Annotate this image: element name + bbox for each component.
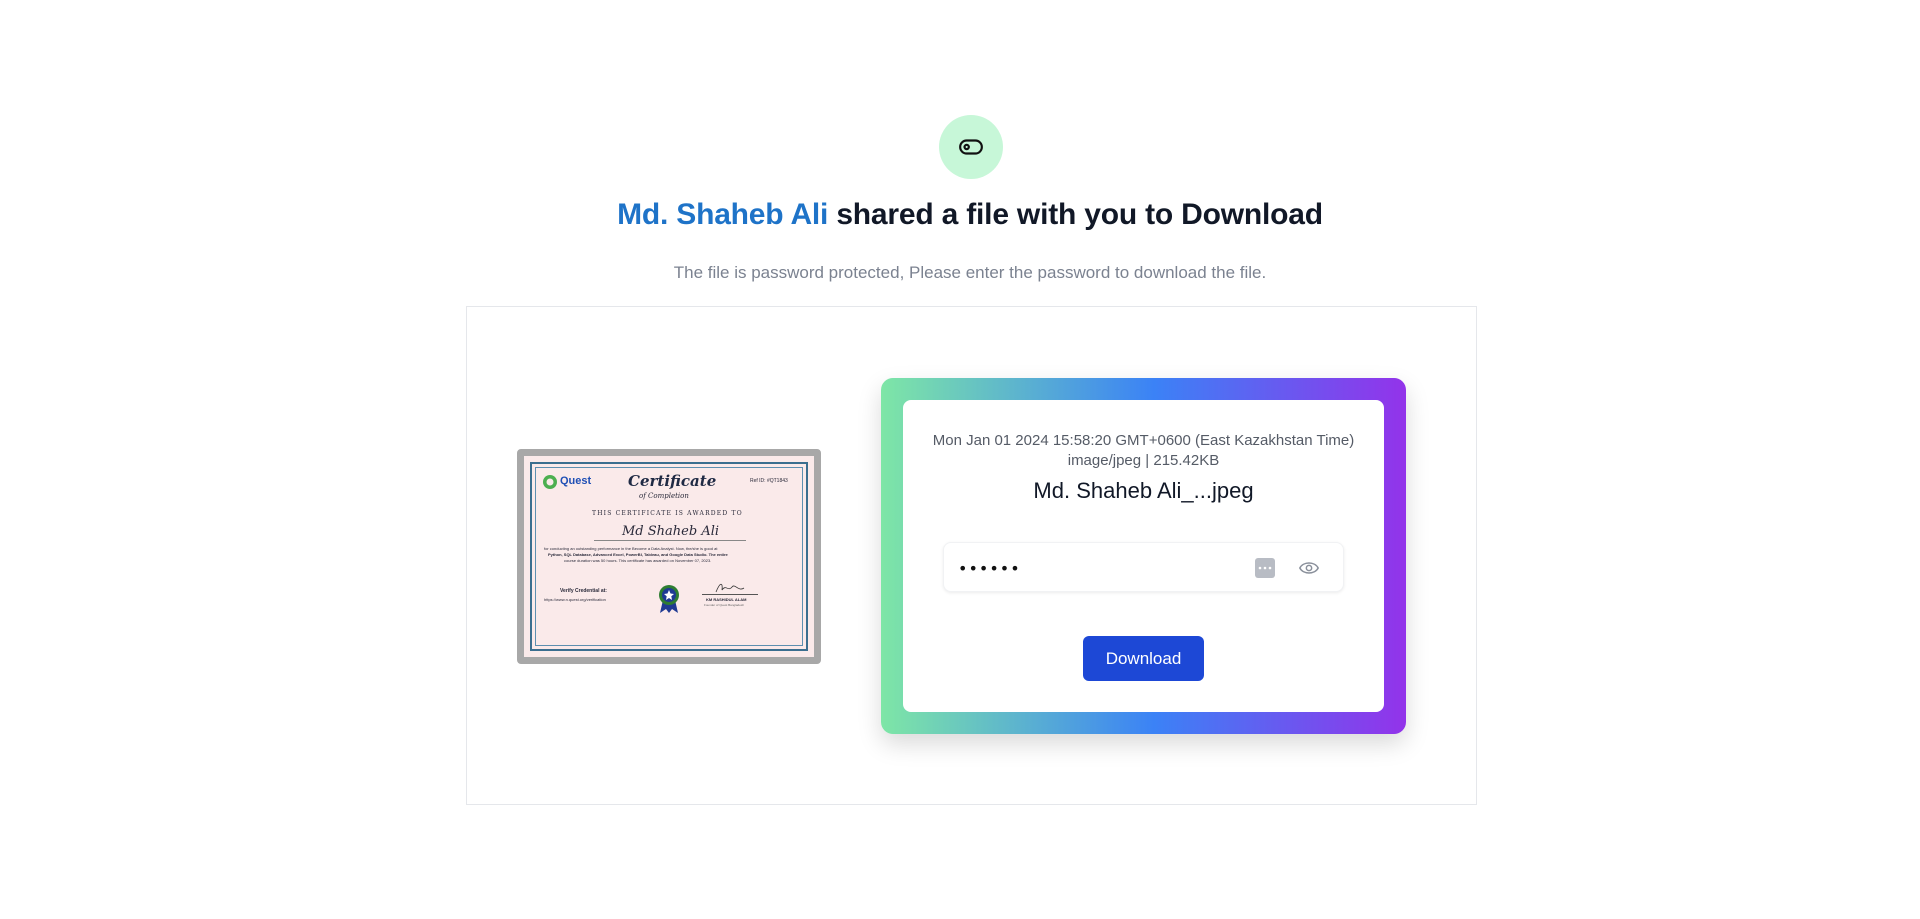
certificate-title: Certificate: [628, 472, 717, 490]
certificate-signer-title: Founder of Quest Bangladesh: [704, 603, 745, 607]
password-field: [943, 542, 1344, 592]
headline-text: shared a file with you to Download: [828, 198, 1323, 231]
download-button[interactable]: Download: [1083, 636, 1204, 681]
award-badge-icon: [659, 585, 679, 613]
signature-line: [702, 594, 758, 595]
recipient-underline: [594, 540, 746, 541]
page-title: Md. Shaheb Ali shared a file with you to…: [0, 198, 1920, 232]
certificate-logo: Quest: [560, 475, 592, 487]
certificate-verify-label: Verify Credential at:: [560, 588, 607, 594]
file-card: Mon Jan 01 2024 15:58:20 GMT+0600 (East …: [903, 400, 1384, 712]
certificate-subtitle: of Completion: [639, 492, 689, 500]
certificate-signer: KM RASHIDUL ALAM: [706, 597, 747, 602]
certificate-body-line-1: for conducting an outstanding performanc…: [544, 546, 718, 551]
sender-name: Md. Shaheb Ali: [617, 198, 829, 231]
file-toggle-icon-badge: [939, 115, 1003, 179]
page-subtitle: The file is password protected, Please e…: [673, 263, 1267, 282]
file-date: Mon Jan 01 2024 15:58:20 GMT+0600 (East …: [932, 432, 1355, 449]
eye-icon[interactable]: [1299, 559, 1319, 577]
certificate-recipient: Md Shaheb Ali: [622, 524, 720, 539]
certificate-ref: Ref ID: #QT1843: [750, 478, 788, 484]
file-card-frame: Mon Jan 01 2024 15:58:20 GMT+0600 (East …: [881, 378, 1406, 734]
certificate-verify-url: https://www.n.quest.org/verification: [544, 597, 606, 602]
file-preview-thumbnail: Quest Certificate of Completion Ref ID: …: [517, 449, 821, 664]
toggle-icon: [959, 139, 983, 155]
password-manager-icon[interactable]: [1255, 558, 1275, 578]
file-type-size: image/jpeg | 215.42KB: [1067, 452, 1220, 469]
certificate-body-line-3: course duration was 50 hours. This certi…: [564, 558, 712, 563]
certificate-awarded-line: THIS CERTIFICATE IS AWARDED TO: [592, 510, 743, 517]
file-name: Md. Shaheb Ali_...jpeg: [1033, 478, 1254, 503]
quest-logo-icon: [543, 475, 557, 489]
password-input[interactable]: [956, 551, 1240, 585]
certificate-body-line-2: Python, SQL Database, Advanced Excel, Po…: [548, 552, 728, 557]
